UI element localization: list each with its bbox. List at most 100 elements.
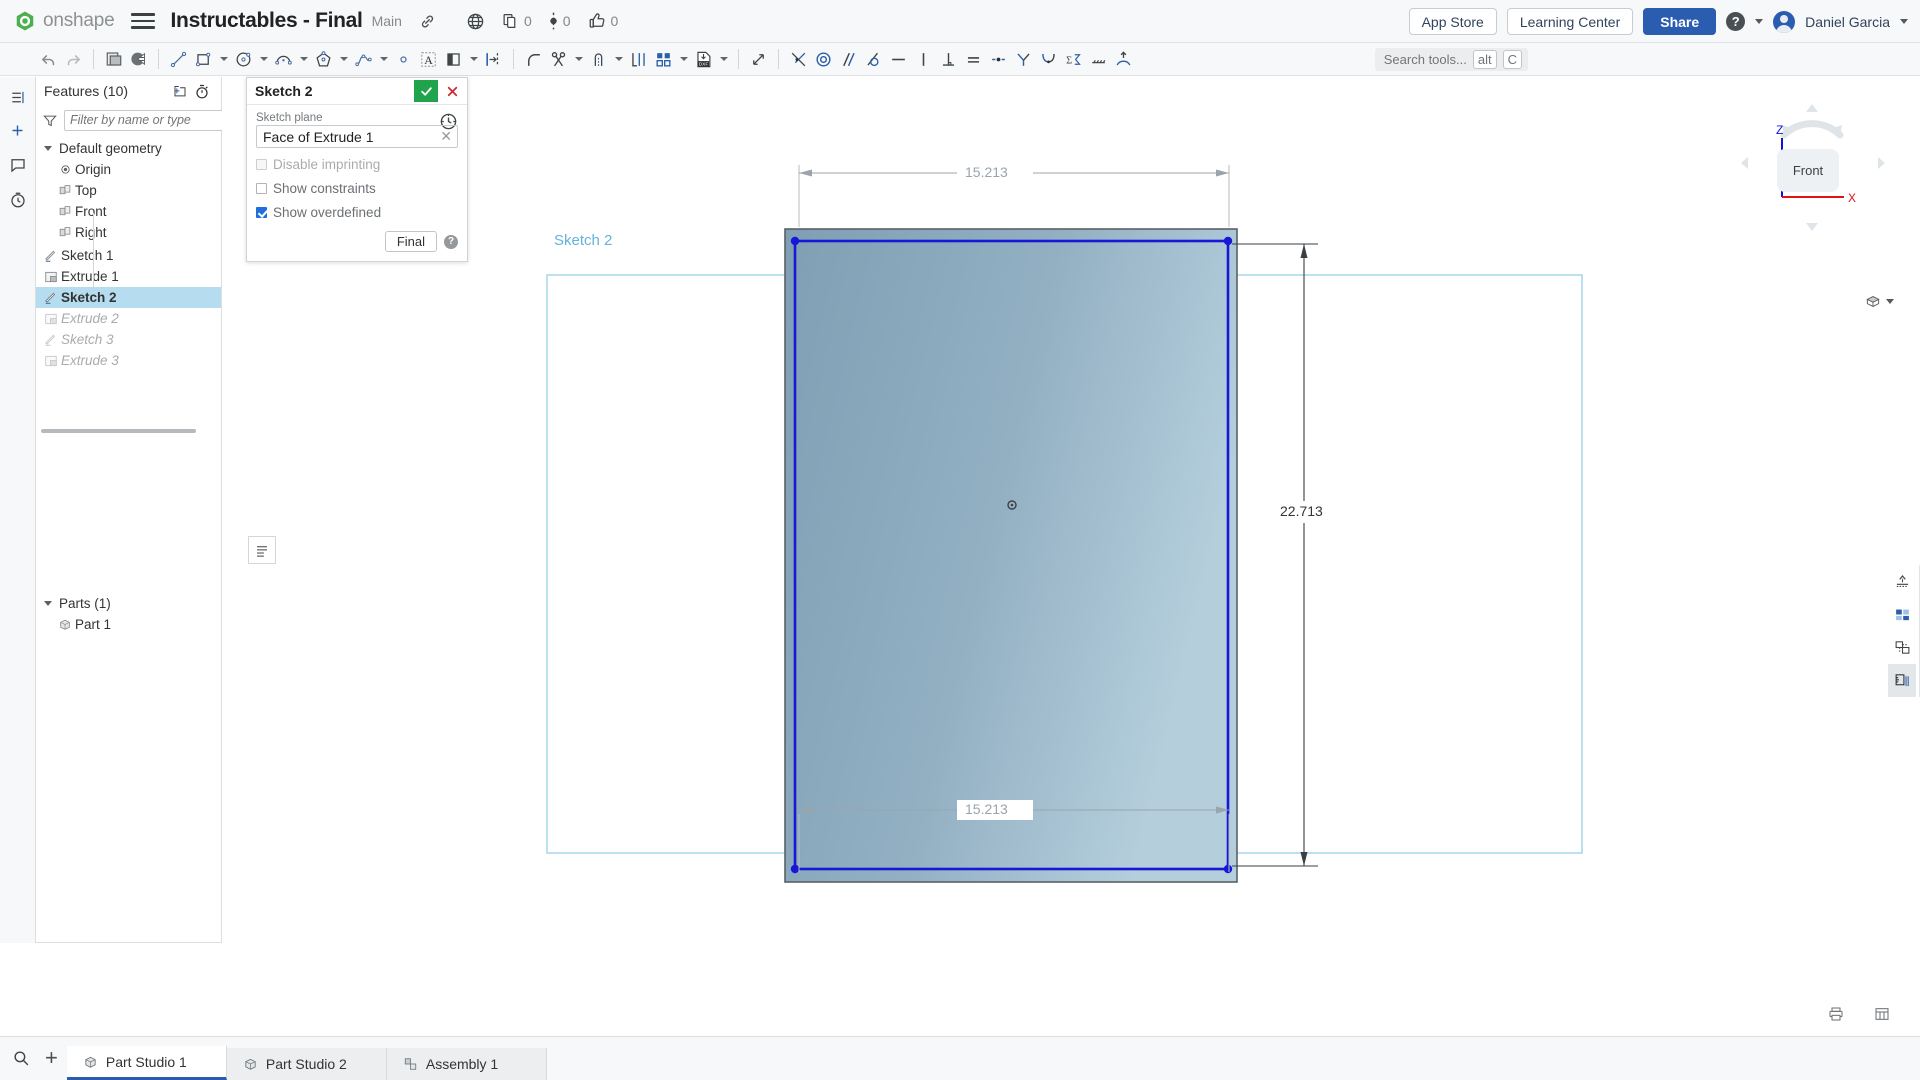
plus-icon[interactable]: + <box>45 1047 58 1069</box>
filter-funnel-icon[interactable] <box>42 113 58 128</box>
feature-tree-icon[interactable] <box>6 85 30 109</box>
search-document-icon[interactable] <box>9 1046 33 1070</box>
tree-item-extrude-3[interactable]: Extrude 3 <box>36 350 221 371</box>
offset-icon[interactable] <box>626 46 651 73</box>
parts-item-part-1[interactable]: Part 1 <box>36 614 222 635</box>
show-overdefined-row[interactable]: Show overdefined <box>256 205 458 220</box>
add-part-icon[interactable] <box>6 118 30 142</box>
tab-part-studio-2[interactable]: Part Studio 2 <box>227 1048 387 1080</box>
view-cube-face-front[interactable]: Front <box>1777 149 1839 192</box>
avatar[interactable] <box>1773 11 1795 33</box>
circle-chevron-down-icon[interactable] <box>256 46 271 73</box>
feature-list-icon[interactable] <box>101 46 126 73</box>
onshape-logo[interactable]: onshape <box>14 10 115 32</box>
clear-x-icon[interactable]: ✕ <box>440 128 452 145</box>
show-overdefined-checkbox[interactable] <box>256 207 267 218</box>
show-constraints-row[interactable]: Show constraints <box>256 181 458 196</box>
link-icon[interactable] <box>419 13 436 30</box>
export-icon[interactable] <box>1870 1002 1894 1026</box>
trim-chevron-down-icon[interactable] <box>571 46 586 73</box>
tangent-constraint-icon[interactable] <box>861 46 886 73</box>
version-history-icon[interactable] <box>6 188 30 212</box>
tab-assembly-1[interactable]: Assembly 1 <box>387 1048 547 1080</box>
arc-chevron-down-icon[interactable] <box>296 46 311 73</box>
symmetric-constraint-icon[interactable] <box>1011 46 1036 73</box>
fillet-icon[interactable] <box>521 46 546 73</box>
chevron-down-icon[interactable] <box>41 142 54 155</box>
sketch-plane-input[interactable]: Face of Extrude 1 ✕ <box>256 125 458 148</box>
spline-icon[interactable] <box>351 46 376 73</box>
use-chevron-down-icon[interactable] <box>466 46 481 73</box>
globe-icon[interactable] <box>466 12 485 31</box>
midpoint-constraint-icon[interactable] <box>986 46 1011 73</box>
tree-item-sketch-1[interactable]: Sketch 1 <box>36 245 221 266</box>
tab-part-studio-1[interactable]: Part Studio 1 <box>67 1046 227 1080</box>
rectangle-icon[interactable] <box>191 46 216 73</box>
dimension-height[interactable]: 22.713 <box>1277 503 1326 519</box>
tree-item-right[interactable]: Right <box>36 222 221 243</box>
print-icon[interactable] <box>1824 1002 1848 1026</box>
tree-item-extrude-1[interactable]: Extrude 1 <box>36 266 221 287</box>
parts-section-header[interactable]: Parts (1) <box>36 593 222 614</box>
user-name[interactable]: Daniel Garcia <box>1805 14 1890 30</box>
section-view-icon[interactable] <box>126 46 151 73</box>
tree-item-default-geometry[interactable]: Default geometry <box>36 138 221 159</box>
branch-label[interactable]: Main <box>372 13 402 29</box>
final-button[interactable]: Final <box>385 231 437 252</box>
check-icon[interactable] <box>414 80 438 102</box>
dxf-import-icon[interactable]: DXF <box>691 46 716 73</box>
user-chevron-down-icon[interactable] <box>1900 19 1908 24</box>
pattern-chevron-down-icon[interactable] <box>676 46 691 73</box>
polygon-icon[interactable] <box>311 46 336 73</box>
curvature-constraint-icon[interactable] <box>1036 46 1061 73</box>
tree-item-sketch-2[interactable]: Sketch 2 <box>36 287 221 308</box>
close-icon[interactable] <box>442 80 462 102</box>
tree-item-sketch-3[interactable]: Sketch 3 <box>36 329 221 350</box>
dimension-icon[interactable] <box>746 46 771 73</box>
graphics-viewport[interactable]: 15.213 15.213 22.713 Sketch 2 Z X Front <box>222 77 1920 1036</box>
spline-chevron-down-icon[interactable] <box>376 46 391 73</box>
point-icon[interactable] <box>391 46 416 73</box>
dxf-chevron-down-icon[interactable] <box>716 46 731 73</box>
equation-constraint-icon[interactable]: Σ <box>1061 46 1086 73</box>
dimension-top-width[interactable]: 15.213 <box>962 164 1011 180</box>
disable-imprinting-row[interactable]: Disable imprinting <box>256 157 458 172</box>
polygon-chevron-down-icon[interactable] <box>336 46 351 73</box>
horizontal-constraint-icon[interactable] <box>886 46 911 73</box>
trim-icon[interactable] <box>546 46 571 73</box>
circle-icon[interactable] <box>231 46 256 73</box>
tree-item-front[interactable]: Front <box>36 201 221 222</box>
help-icon[interactable]: ? <box>1726 12 1745 31</box>
help-chevron-down-icon[interactable] <box>1755 19 1763 24</box>
main-menu-button[interactable] <box>131 11 155 31</box>
equal-constraint-icon[interactable] <box>961 46 986 73</box>
arc-icon[interactable] <box>271 46 296 73</box>
extend-chevron-down-icon[interactable] <box>611 46 626 73</box>
render-mode-chevron-down-icon[interactable] <box>1886 299 1894 304</box>
linear-pattern-icon[interactable] <box>651 46 676 73</box>
tree-item-top[interactable]: Top <box>36 180 221 201</box>
view-orientation-icon[interactable] <box>1888 565 1916 598</box>
rollback-timer-icon[interactable] <box>191 80 213 102</box>
search-tools-input[interactable]: Search tools... alt C <box>1375 48 1528 71</box>
redo-icon[interactable] <box>61 46 86 73</box>
branch-icon[interactable] <box>549 11 558 31</box>
app-store-button[interactable]: App Store <box>1409 8 1497 35</box>
text-icon[interactable]: A <box>416 46 441 73</box>
comments-icon[interactable] <box>6 153 30 177</box>
use-projection-icon[interactable] <box>441 46 466 73</box>
concentric-constraint-icon[interactable] <box>811 46 836 73</box>
normal-constraint-icon[interactable] <box>1111 46 1136 73</box>
add-folder-icon[interactable] <box>169 80 191 102</box>
shaded-view-icon[interactable] <box>1864 293 1894 310</box>
mirror-icon[interactable] <box>481 46 506 73</box>
undo-icon[interactable] <box>36 46 61 73</box>
dimension-bottom-width[interactable]: 15.213 <box>962 801 1011 817</box>
copy-icon[interactable] <box>502 12 519 30</box>
line-icon[interactable] <box>166 46 191 73</box>
coincident-constraint-icon[interactable] <box>786 46 811 73</box>
view-cube[interactable]: Z X Front <box>1732 101 1892 231</box>
rectangle-chevron-down-icon[interactable] <box>216 46 231 73</box>
display-style-icon[interactable] <box>1888 598 1916 631</box>
help-icon[interactable]: ? <box>444 235 458 249</box>
